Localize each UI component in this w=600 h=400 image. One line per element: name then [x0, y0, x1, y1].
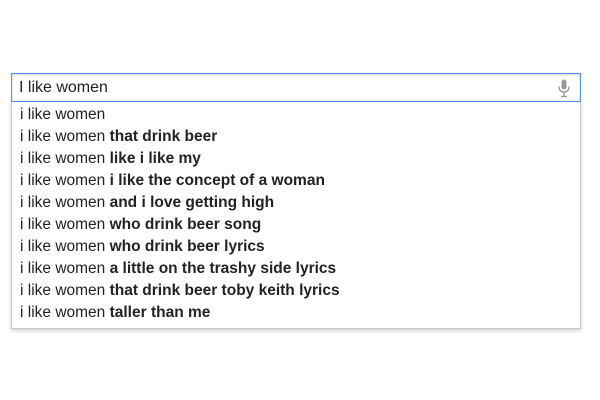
suggestion-completion: who drink beer lyrics [109, 238, 265, 255]
suggestion-item[interactable]: i like women and i love getting high [12, 192, 580, 214]
suggestion-prefix: i like women [20, 106, 106, 123]
suggestion-item[interactable]: i like women who drink beer song [12, 214, 580, 236]
suggestion-item[interactable]: i like women that drink beer toby keith … [12, 280, 580, 302]
suggestion-completion: who drink beer song [109, 216, 262, 233]
suggestion-item[interactable]: i like women who drink beer lyrics [12, 236, 580, 258]
suggestion-item[interactable]: i like women [12, 104, 580, 126]
suggestion-completion: and i love getting high [109, 194, 275, 211]
suggestion-completion: a little on the trashy side lyrics [109, 260, 337, 277]
suggestion-prefix: i like women [20, 238, 110, 255]
suggestion-completion: that drink beer [109, 128, 218, 145]
suggestion-prefix: i like women [20, 128, 110, 145]
suggestion-item[interactable]: i like women like i like my [12, 148, 580, 170]
search-input[interactable] [19, 74, 549, 101]
suggestion-completion: i like the concept of a woman [109, 172, 325, 189]
suggestion-prefix: i like women [20, 150, 110, 167]
suggestion-prefix: i like women [20, 260, 110, 277]
suggestion-completion: that drink beer toby keith lyrics [109, 282, 340, 299]
suggestion-item[interactable]: i like women i like the concept of a wom… [12, 170, 580, 192]
suggestion-completion: like i like my [109, 150, 201, 167]
suggestion-prefix: i like women [20, 216, 110, 233]
suggestion-prefix: i like women [20, 194, 110, 211]
suggestion-item[interactable]: i like women taller than me [12, 302, 580, 324]
search-box[interactable] [11, 73, 581, 102]
microphone-icon[interactable] [558, 79, 570, 98]
suggestion-prefix: i like women [20, 304, 110, 321]
suggestion-list: i like women i like women that drink bee… [11, 102, 581, 329]
suggestion-prefix: i like women [20, 172, 110, 189]
suggestion-prefix: i like women [20, 282, 110, 299]
suggestion-item[interactable]: i like women a little on the trashy side… [12, 258, 580, 280]
suggestion-item[interactable]: i like women that drink beer [12, 126, 580, 148]
search-autocomplete: i like women i like women that drink bee… [11, 73, 581, 329]
suggestion-completion: taller than me [109, 304, 211, 321]
